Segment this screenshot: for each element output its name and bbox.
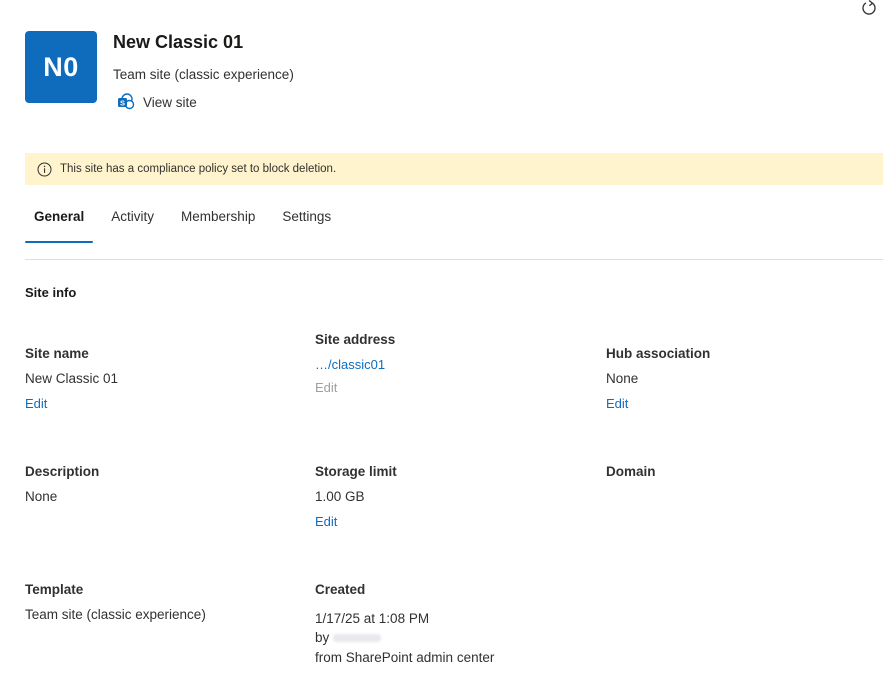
created-by-prefix: by [315,630,330,645]
refresh-icon[interactable] [860,0,878,18]
site-name-value: New Classic 01 [25,371,119,386]
site-title: New Classic 01 [113,32,244,52]
created-source: from SharePoint admin center [315,650,495,665]
site-address-label: Site address [315,332,396,347]
tab-activity[interactable]: Activity [102,205,163,239]
template-value: Team site (classic experience) [25,607,206,622]
site-address-link[interactable]: …/classic01 [315,357,385,372]
site-avatar: N0 [25,31,97,103]
hub-association-edit-link[interactable]: Edit [606,396,628,411]
tabs-divider [25,259,883,260]
tab-membership[interactable]: Membership [172,205,264,239]
tab-general[interactable]: General [25,205,94,243]
storage-limit-edit-link[interactable]: Edit [315,514,337,529]
site-name-edit-link[interactable]: Edit [25,396,47,411]
hub-association-value: None [606,371,639,386]
site-subtitle: Team site (classic experience) [113,67,294,82]
site-name-label: Site name [25,346,89,361]
created-by: by [315,630,382,645]
description-value: None [25,489,58,504]
tab-settings[interactable]: Settings [273,205,340,239]
section-heading-site-info: Site info [25,285,77,300]
svg-text:S: S [120,98,125,107]
compliance-banner: This site has a compliance policy set to… [25,153,883,185]
site-address-edit-disabled: Edit [315,380,338,395]
sharepoint-icon: S [117,93,135,111]
info-icon [37,162,52,177]
banner-text: This site has a compliance policy set to… [60,163,337,175]
description-label: Description [25,464,100,479]
redacted-user [333,634,382,643]
tab-list: General Activity Membership Settings [25,205,349,243]
storage-limit-value: 1.00 GB [315,489,365,504]
domain-label: Domain [606,464,656,479]
hub-association-label: Hub association [606,346,711,361]
view-site-label: View site [143,94,197,110]
view-site-link[interactable]: S View site [117,93,197,111]
created-label: Created [315,582,366,597]
template-label: Template [25,582,84,597]
storage-limit-label: Storage limit [315,464,397,479]
created-date: 1/17/25 at 1:08 PM [315,611,430,626]
